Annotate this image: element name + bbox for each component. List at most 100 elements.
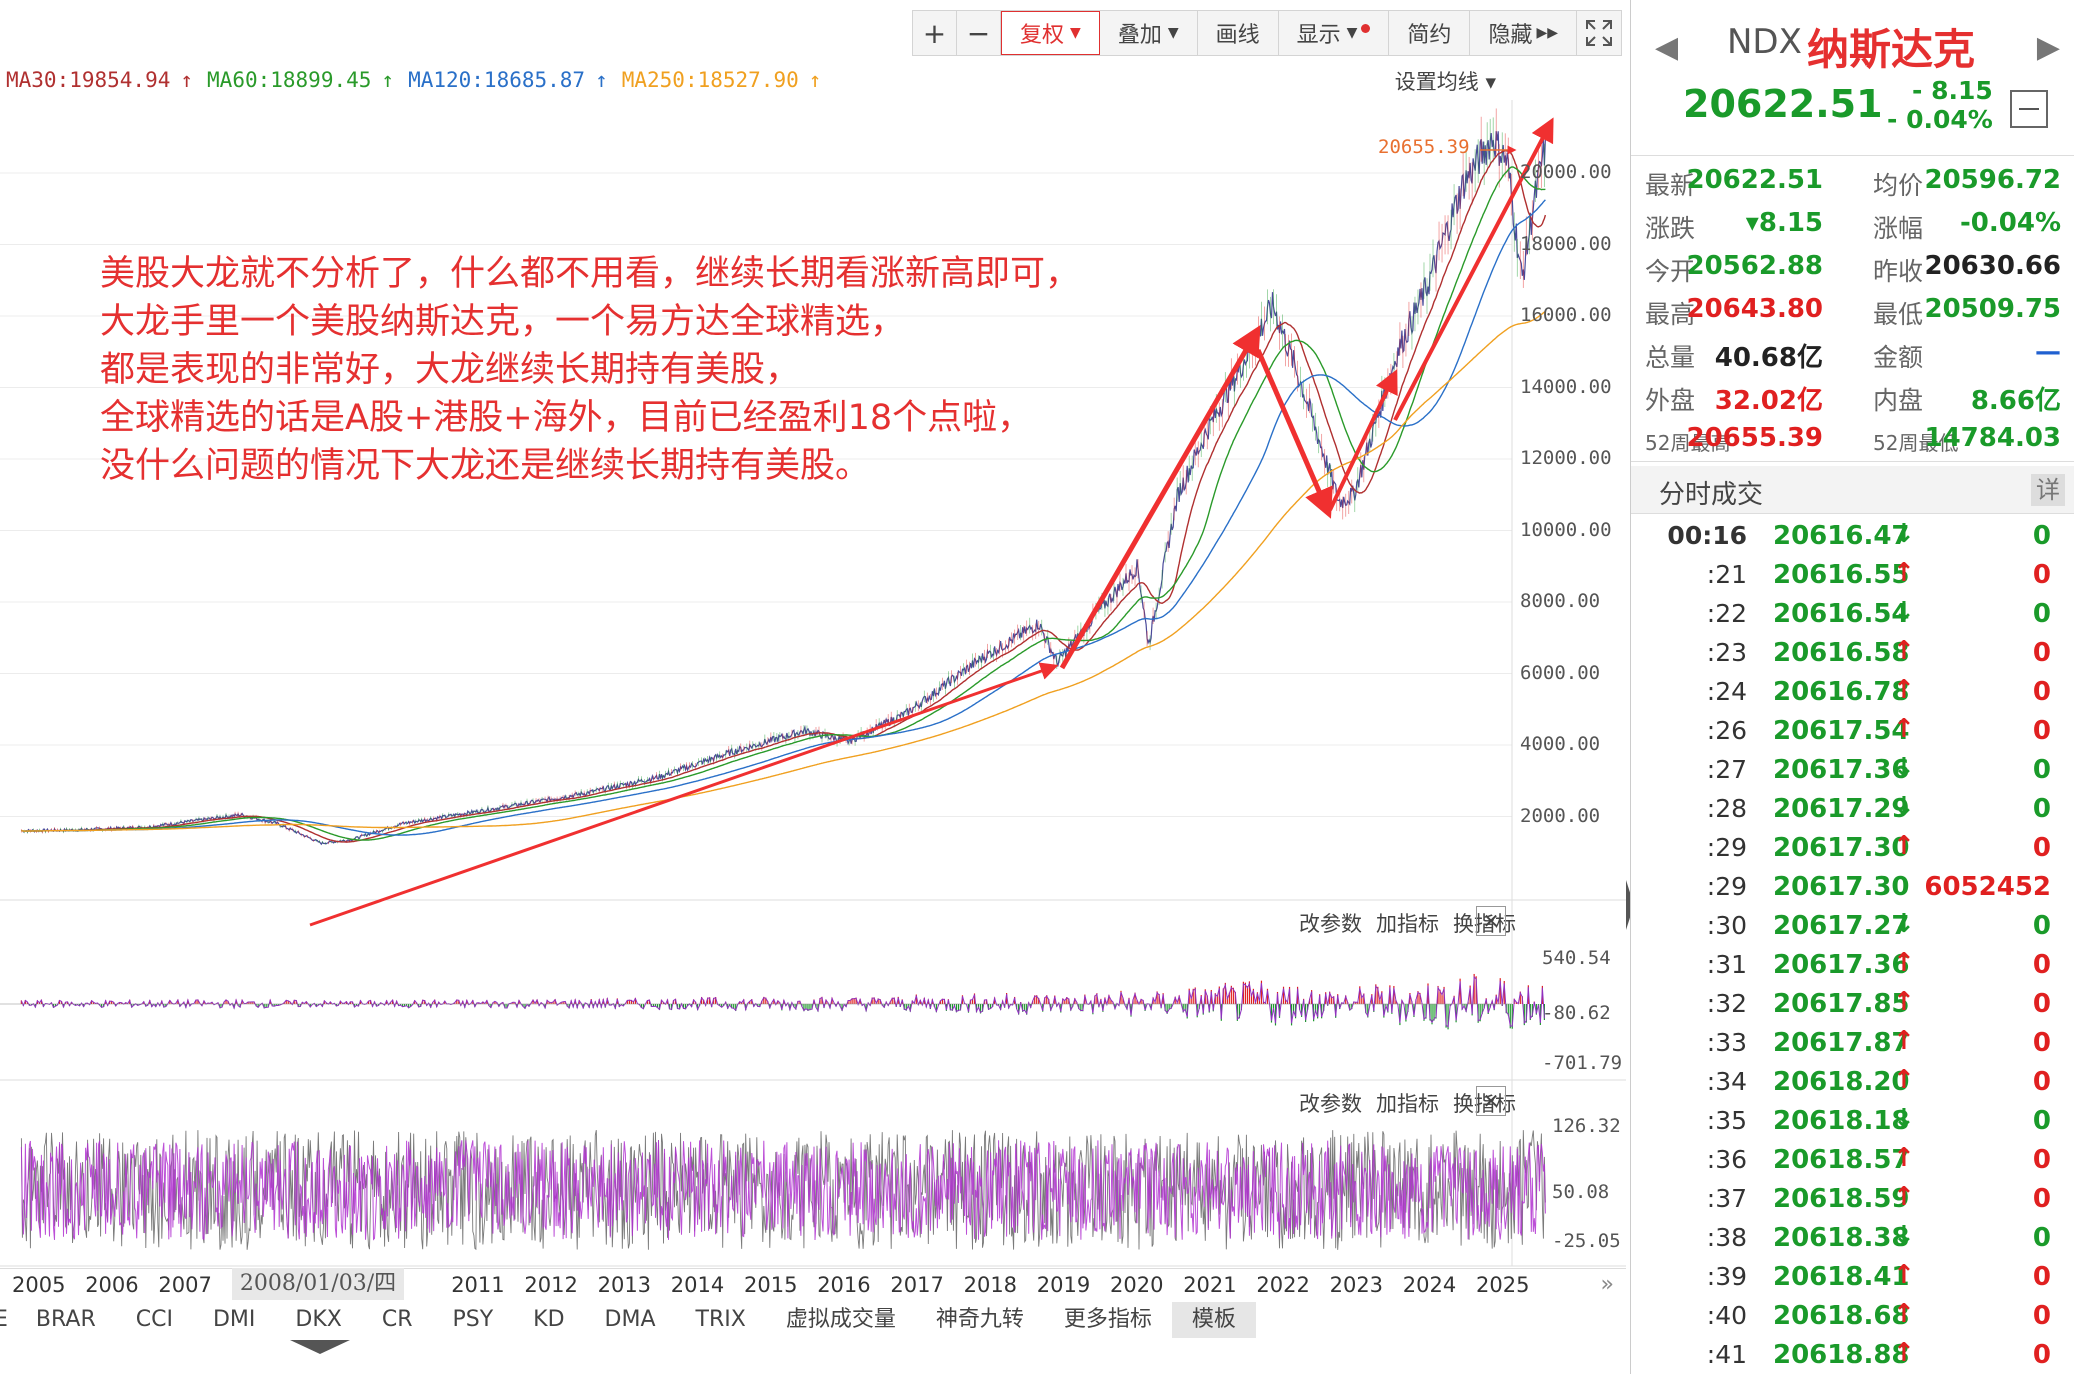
trend-arrow [1328, 369, 1398, 511]
scroll-right-icon[interactable]: » [1601, 1272, 1614, 1297]
ma-legend-item: MA250:18527.90 ↑ [622, 68, 822, 92]
notification-dot-icon [1361, 23, 1371, 33]
ma-value: MA250:18527.90 [621, 68, 799, 92]
tick-time: :22 [1706, 599, 1747, 628]
indicator-tab[interactable]: DKX [275, 1302, 361, 1338]
add-indicator-button[interactable]: 加指标 [1376, 908, 1439, 938]
arrow-up-icon: ↑ [1893, 948, 1915, 978]
set-ma-button[interactable]: 设置均线 ▾ [1395, 66, 1496, 96]
prev-stock-icon[interactable]: ◀ [1655, 30, 1678, 65]
year-label: 2014 [670, 1273, 725, 1297]
indicator-tab[interactable]: BRAR [16, 1302, 116, 1338]
kline-chart-area[interactable]: + − 复权 ▼ 叠加 ▼ 画线 显示 ▼ 简约 隐藏 ▶▶ MA30:19854.94… [0, 0, 1626, 1374]
tick-price: 20616.55 [1773, 560, 1910, 590]
year-label: 2020 [1110, 1273, 1164, 1297]
caret-down-icon: ▼ [1346, 25, 1358, 41]
quote-panel: ◀ NDX 纳斯达克 ▶ 20622.51 - 8.15 - 0.04% 最新 2… [1630, 0, 2074, 1374]
tick-price: 20618.57 [1773, 1145, 1910, 1175]
ma-legend-item: MA30:19854.94 ↑ [6, 68, 193, 92]
ma-legend: MA30:19854.94 ↑ MA60:18899.45 ↑ MA120:18685.… [6, 68, 821, 92]
stock-code: NDX [1727, 22, 1802, 62]
price-tick-label: 8000.00 [1520, 590, 1601, 612]
tick-time: :38 [1706, 1223, 1747, 1252]
quote-row: 52周最高 20655.39 52周最低 14784.03 [1631, 420, 2074, 463]
arrow-up-icon: ↑ [595, 68, 608, 92]
zoom-in-button[interactable]: + [913, 11, 958, 55]
tick-row: :28 20617.29 ↓ 0 [1631, 789, 2074, 828]
ticks-list[interactable]: 00:16 20616.47 ↓ 0:21 20616.55 ↑ 0:22 20616.54 ↓… [1631, 516, 2074, 1374]
arrow-up-icon: ↑ [1893, 831, 1915, 861]
arrow-down-icon: ↓ [1893, 753, 1915, 783]
caret-down-icon: ▼ [1167, 25, 1179, 41]
indicator-tab[interactable]: CCI [116, 1302, 193, 1338]
overlay-dropdown[interactable]: 叠加 ▼ [1100, 11, 1198, 55]
indicator-tab[interactable]: DMI [193, 1302, 275, 1338]
year-label: 2019 [1036, 1273, 1091, 1297]
indicator-tab[interactable]: DMA [585, 1302, 676, 1338]
tick-price: 20618.68 [1773, 1301, 1910, 1331]
tick-time: :35 [1706, 1106, 1747, 1135]
indicator-tab[interactable]: 更多指标 [1044, 1302, 1172, 1338]
display-dropdown[interactable]: 显示 ▼ [1279, 11, 1390, 55]
quote-row: 涨跌 ▾8.15 涨幅 -0.04% [1631, 205, 2074, 248]
arrow-down-icon: ↓ [1893, 1221, 1915, 1251]
quote-row: 今开 20562.88 昨收 20630.66 [1631, 248, 2074, 291]
indicator-tab[interactable]: TRIX [676, 1302, 766, 1338]
quote-row: 最新 20622.51 均价 20596.72 [1631, 162, 2074, 205]
indicator-tab[interactable]: 神奇九转 [916, 1302, 1044, 1338]
chart-toolbar: + − 复权 ▼ 叠加 ▼ 画线 显示 ▼ 简约 隐藏 ▶▶ [912, 10, 1622, 56]
tick-price: 20617.29 [1773, 794, 1910, 824]
expand-svg [1586, 20, 1612, 46]
tick-row: 00:16 20616.47 ↓ 0 [1631, 516, 2074, 555]
tick-price: 20618.18 [1773, 1106, 1910, 1136]
tick-volume: 0 [2032, 755, 2051, 785]
close-icon[interactable]: ✕ [1476, 906, 1506, 936]
add-indicator-button[interactable]: 加指标 [1376, 1088, 1439, 1118]
macd-panel [0, 973, 1545, 1030]
tick-time: :23 [1706, 638, 1747, 667]
double-chevron-right-icon: ▶▶ [1536, 25, 1558, 41]
indicator-tab[interactable]: E [0, 1302, 16, 1338]
fuquan-label: 复权 [1020, 23, 1065, 48]
ticks-detail-button[interactable]: 详 [2031, 474, 2065, 506]
zoom-out-button[interactable]: − [957, 11, 1002, 55]
tick-time: :33 [1706, 1028, 1747, 1057]
tick-volume: 0 [2032, 989, 2051, 1019]
tick-time: :30 [1706, 911, 1747, 940]
change-params-button[interactable]: 改参数 [1299, 1088, 1362, 1118]
tick-row: :34 20618.20 ↑ 0 [1631, 1062, 2074, 1101]
year-label: 2022 [1256, 1273, 1310, 1297]
close-icon[interactable]: ✕ [1476, 1086, 1506, 1116]
draw-line-button[interactable]: 画线 [1198, 11, 1279, 55]
tick-volume: 0 [2032, 1067, 2051, 1097]
quote-label: 昨收 [1873, 257, 1924, 286]
price-tick-label: 20000.00 [1520, 161, 1612, 183]
indicator-tab[interactable]: KD [513, 1302, 584, 1338]
expand-icon[interactable] [1577, 11, 1621, 55]
remove-watch-button[interactable] [2010, 90, 2048, 128]
tick-volume: 0 [2032, 833, 2051, 863]
arrow-up-icon: ↑ [1893, 1182, 1915, 1212]
ticks-title: 分时成交 [1659, 480, 1764, 510]
indicator-tab[interactable]: CR [362, 1302, 433, 1338]
tick-row: :24 20616.78 ↑ 0 [1631, 672, 2074, 711]
tick-volume: 0 [2032, 1223, 2051, 1253]
indicator-tab[interactable]: PSY [432, 1302, 513, 1338]
change-params-button[interactable]: 改参数 [1299, 908, 1362, 938]
indicator-tab[interactable]: 模板 [1171, 1302, 1256, 1338]
tick-price: 20618.38 [1773, 1223, 1910, 1253]
quote-label: 内盘 [1873, 386, 1924, 415]
arrow-down-icon: ↓ [1893, 519, 1915, 549]
next-stock-icon[interactable]: ▶ [2037, 30, 2060, 65]
tick-time: :32 [1706, 989, 1747, 1018]
price-tick-label: 18000.00 [1520, 232, 1612, 255]
tick-price: 20616.54 [1773, 599, 1910, 629]
hide-panel-button[interactable]: 隐藏 ▶▶ [1470, 11, 1577, 55]
fuquan-dropdown[interactable]: 复权 ▼ [1001, 11, 1100, 55]
indicator-tab[interactable]: 虚拟成交量 [766, 1302, 916, 1338]
tick-volume: 0 [2032, 638, 2051, 668]
scroll-grip-icon[interactable] [290, 1340, 350, 1354]
simple-mode-button[interactable]: 简约 [1389, 11, 1471, 55]
tick-time: :27 [1706, 755, 1747, 784]
chart-annotation-text: 美股大龙就不分析了，什么都不用看，继续长期看涨新高即可， 大龙手里一个美股纳斯达… [100, 254, 1081, 486]
